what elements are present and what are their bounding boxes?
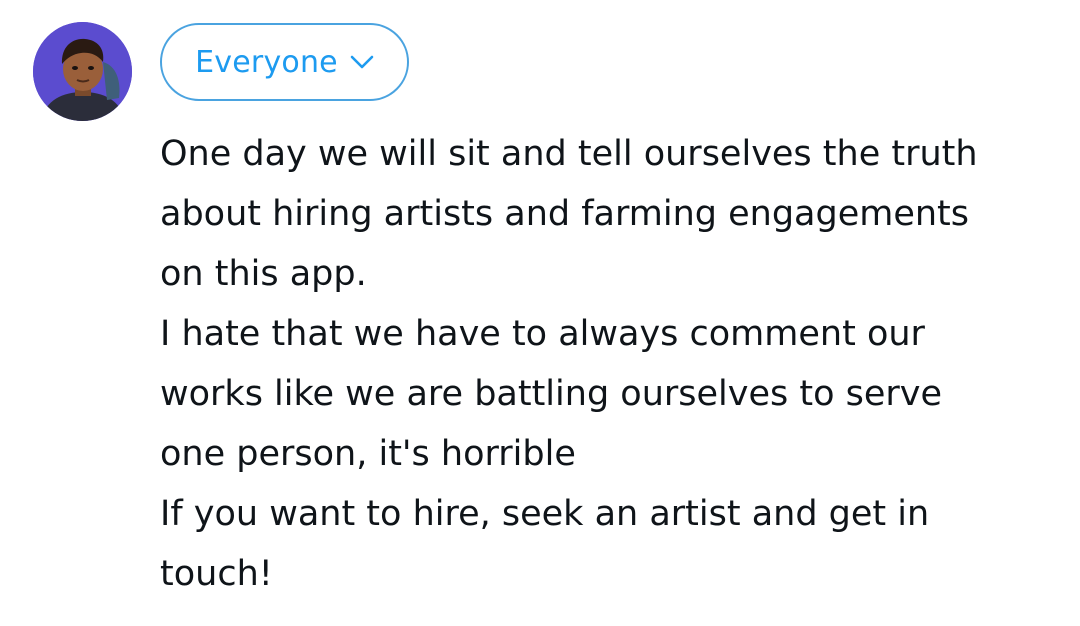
post-text[interactable]: One day we will sit and tell ourselves t… (160, 124, 1060, 604)
audience-label: Everyone (195, 44, 338, 80)
audience-selector-button[interactable]: Everyone (160, 23, 409, 101)
avatar-illustration (33, 22, 132, 121)
avatar[interactable] (33, 22, 132, 121)
chevron-down-icon (350, 54, 374, 70)
